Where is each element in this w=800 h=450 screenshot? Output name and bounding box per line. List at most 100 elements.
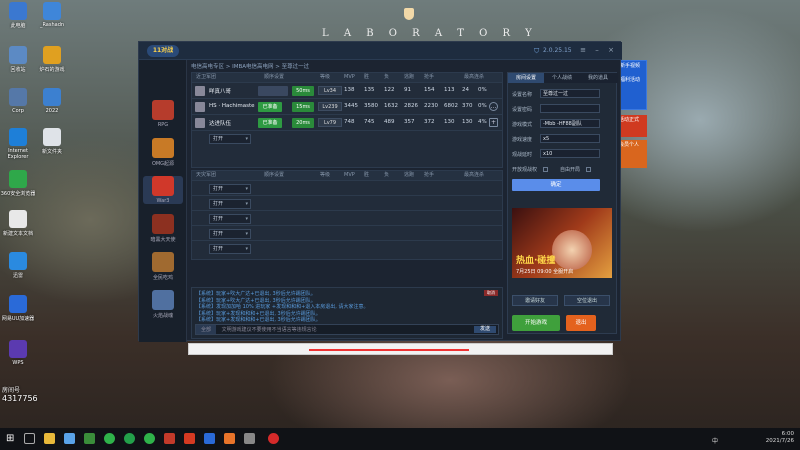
app-icon[interactable] <box>124 433 135 444</box>
desktop-icon[interactable]: Corp <box>0 88 36 114</box>
field-input[interactable] <box>540 104 600 113</box>
desktop-icon-label: 炉石的游戏 <box>39 67 65 73</box>
leave-seat-button[interactable]: 空位退出 <box>564 295 610 306</box>
open-slot-row[interactable]: 打开 <box>192 180 502 195</box>
confirm-button[interactable]: 确定 <box>512 179 600 191</box>
close-icon[interactable]: × <box>607 46 615 54</box>
tab-my-items[interactable]: 我的道具 <box>580 73 616 83</box>
nav-item[interactable]: 火焰战魂 <box>143 290 183 319</box>
checkbox-box[interactable] <box>542 167 548 172</box>
desktop-icon[interactable]: 此电脑 <box>0 2 36 29</box>
stat-cell: 745 <box>364 119 375 125</box>
title-bar[interactable]: 11对战 ⛉ 2.0.25.15 ≡ – × <box>139 42 622 60</box>
file-explorer-icon[interactable] <box>44 433 55 444</box>
player-row[interactable]: 咩真八哥 50ms Lv34 138 135 122 91 154 113 24 0% <box>192 82 502 98</box>
player-row[interactable]: HS · Hachimaste 已准备 15ms Lv239 3445 3580 1632 2… <box>192 98 502 114</box>
desktop-icon[interactable]: 新建文本文档 <box>0 210 36 237</box>
minimize-icon[interactable]: – <box>593 46 601 54</box>
slot-select[interactable]: 打开 <box>209 184 251 194</box>
desktop-icon[interactable]: WPS <box>0 340 36 366</box>
chat-mute-button[interactable]: 取消 <box>484 290 498 296</box>
desktop-icon-label: Internet Explorer <box>7 148 29 160</box>
slot-select[interactable]: 打开 <box>209 134 251 144</box>
player-row[interactable]: 达进队伍 已准备 20ms Lv79 748 745 489 357 372 130 130 4% + <box>192 114 502 130</box>
app-icon[interactable] <box>164 433 175 444</box>
add-icon[interactable]: + <box>489 118 498 127</box>
nav-label: 火焰战魂 <box>152 313 173 319</box>
col-header: 逃跑 <box>404 172 415 178</box>
checkbox-free-start[interactable]: 自由开局 <box>560 166 591 173</box>
exit-button[interactable]: 退出 <box>566 315 596 331</box>
wechat-icon[interactable] <box>104 433 115 444</box>
search-icon[interactable] <box>24 433 35 444</box>
app-icon[interactable] <box>184 433 195 444</box>
desktop-icon[interactable]: 2022 <box>34 88 70 114</box>
send-button[interactable]: 发送 <box>474 326 496 333</box>
nav-item[interactable]: OMG起源 <box>143 138 183 167</box>
app-icon[interactable] <box>268 433 279 444</box>
start-game-button[interactable]: 开始游戏 <box>512 315 560 331</box>
slot-select[interactable]: 打开 <box>209 199 251 209</box>
stat-cell: 113 <box>444 87 455 93</box>
video-progress-bar[interactable] <box>188 343 613 355</box>
tab-room-settings[interactable]: 房间设置 <box>508 73 544 83</box>
app-icon[interactable] <box>244 433 255 444</box>
field-input[interactable]: -Mbb -HF88副队 <box>540 119 600 128</box>
app-icon[interactable] <box>144 433 155 444</box>
tab-personal-record[interactable]: 个人战绩 <box>544 73 580 83</box>
open-slot-row[interactable]: 打开 <box>192 195 502 210</box>
open-slot-row[interactable]: 打开 <box>192 210 502 225</box>
invite-friends-button[interactable]: 邀请好友 <box>512 295 558 306</box>
chat-log: 【系统】玩家+吹大广达+已退出, 3秒后允许踢团队。 【系统】玩家+吹大广达+已退… <box>192 288 502 324</box>
app-icon[interactable] <box>64 433 75 444</box>
desktop-icon[interactable]: 360安全浏览器 <box>0 170 36 197</box>
game-icon <box>152 100 174 120</box>
player-name[interactable]: 咩真八哥 <box>209 87 231 95</box>
slot-select[interactable]: 打开 <box>209 229 251 239</box>
player-name[interactable]: 达进队伍 <box>209 119 231 127</box>
field-input[interactable]: 至尊过一过 <box>540 89 600 98</box>
open-slot-row[interactable]: 打开 <box>192 130 502 145</box>
nav-item[interactable]: RPG <box>143 100 183 128</box>
checkbox-label: 开放观战权 <box>512 167 538 173</box>
desktop-icon[interactable]: 炉石的游戏 <box>34 46 70 73</box>
client-logo: 11对战 <box>147 45 179 57</box>
app-icon[interactable] <box>204 433 215 444</box>
team-sentinel-panel: 近卫军团 顺序设置 等级 MVP 胜 负 逃跑 抢手 最高连杀 咩真八哥 50ms… <box>191 72 503 168</box>
open-slot-row[interactable]: 打开 <box>192 225 502 240</box>
shield-icon[interactable]: ⛉ <box>534 47 539 56</box>
nav-item[interactable]: 全民吃鸡 <box>143 252 183 281</box>
ime-indicator[interactable]: 中 <box>712 436 718 445</box>
channel-select[interactable]: 全部 <box>196 325 216 334</box>
slot-select[interactable]: 打开 <box>209 244 251 254</box>
nav-item[interactable]: War3 <box>143 176 183 204</box>
checkbox-box[interactable] <box>585 167 591 172</box>
nav-item[interactable]: 暗黑大天使 <box>143 214 183 243</box>
open-slot-row[interactable]: 打开 <box>192 240 502 255</box>
chat-input[interactable]: 全部 文明游戏建议不要使用不当语言等违规言论 发送 <box>195 324 499 335</box>
system-clock[interactable]: 6:00 2021/7/26 <box>766 431 794 445</box>
chat-bubble-icon[interactable]: … <box>489 102 498 111</box>
team-title: 天灾军团 <box>196 172 217 178</box>
desktop-icon[interactable]: 新文件夹 <box>34 128 70 155</box>
ready-badge: 已准备 <box>258 102 282 112</box>
checkbox-spectate[interactable]: 开放观战权 <box>512 166 548 173</box>
desktop-icon[interactable]: Internet Explorer <box>0 128 36 160</box>
menu-icon[interactable]: ≡ <box>579 46 587 54</box>
stat-cell: 130 <box>444 119 455 125</box>
desktop-icon[interactable]: 回收站 <box>0 46 36 73</box>
player-name[interactable]: HS · Hachimaste <box>209 103 255 109</box>
col-header: 胜 <box>364 74 370 80</box>
field-input[interactable]: x10 <box>540 149 600 158</box>
chat-placeholder: 文明游戏建议不要使用不当语言等违规言论 <box>221 327 317 333</box>
game-ad-banner[interactable]: 热血·碰撞 7月25日 09:00 全服开启 <box>512 208 612 278</box>
desktop-icon[interactable]: 网易UU加速器 <box>0 295 36 322</box>
app-icon[interactable] <box>84 433 95 444</box>
desktop-icon[interactable]: _Rashadn <box>34 2 70 28</box>
desktop-icon[interactable]: 迅雷 <box>0 252 36 279</box>
app-icon[interactable] <box>224 433 235 444</box>
slot-select[interactable]: 打开 <box>209 214 251 224</box>
windows-start-icon[interactable]: ⊞ <box>6 433 17 444</box>
field-input[interactable]: x5 <box>540 134 600 143</box>
ad-title: 热血·碰撞 <box>516 256 556 266</box>
